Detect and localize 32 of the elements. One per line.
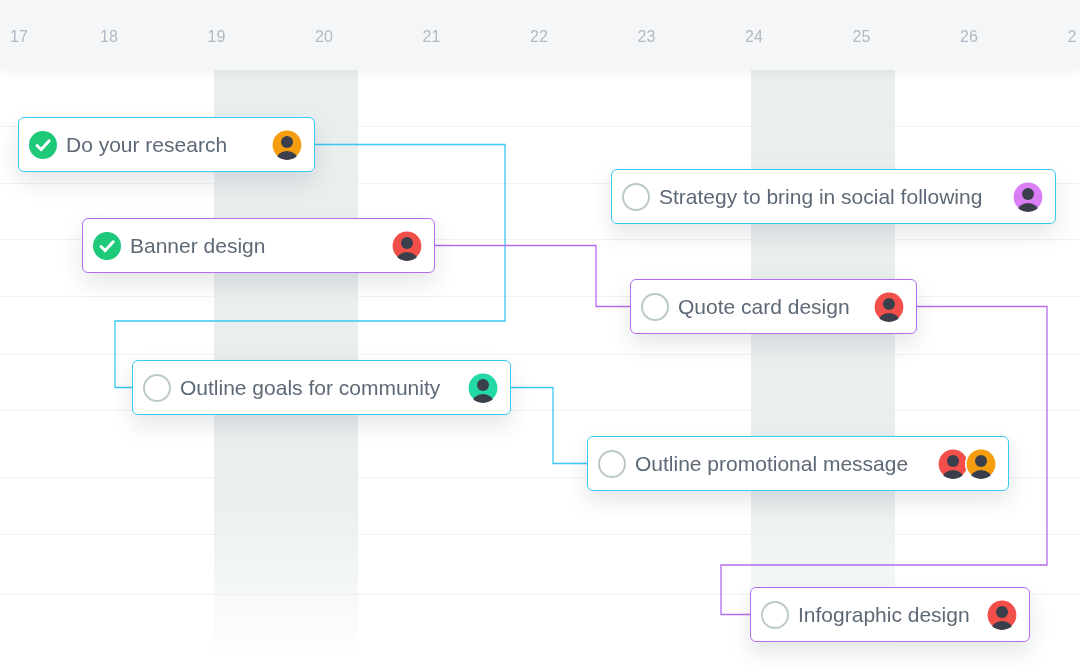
task-checkbox[interactable] — [598, 449, 626, 478]
day-label: 21 — [422, 27, 441, 47]
day-label: 23 — [637, 27, 656, 47]
task-checkbox[interactable] — [641, 292, 669, 321]
task-checkbox[interactable] — [761, 600, 789, 629]
task-card[interactable]: Do your research — [18, 117, 315, 172]
day-label: 17 — [10, 27, 28, 47]
task-card[interactable]: Quote card design — [630, 279, 917, 334]
task-title: Banner design — [130, 232, 266, 259]
day-label: 26 — [960, 27, 978, 47]
task-title: Do your research — [66, 131, 228, 158]
task-title: Outline promotional message — [635, 450, 909, 477]
day-label: 22 — [530, 27, 548, 47]
task-card[interactable]: Infographic design — [750, 587, 1030, 642]
task-title: Outline goals for community — [180, 374, 441, 401]
task-card[interactable]: Strategy to bring in social following — [611, 169, 1056, 224]
task-checkbox[interactable] — [143, 373, 171, 402]
day-label: 19 — [207, 27, 226, 47]
task-checkbox[interactable] — [93, 231, 121, 260]
task-checkbox[interactable] — [622, 182, 650, 211]
day-label: 25 — [852, 27, 871, 47]
day-label: 18 — [100, 27, 118, 47]
task-card[interactable]: Outline goals for community — [132, 360, 511, 415]
task-card[interactable]: Banner design — [82, 218, 435, 273]
day-label: 20 — [315, 27, 333, 47]
task-title: Infographic design — [798, 601, 970, 628]
task-title: Strategy to bring in social following — [659, 183, 983, 210]
task-checkbox[interactable] — [29, 130, 57, 159]
task-card[interactable]: Outline promotional message — [587, 436, 1009, 491]
day-label: 24 — [745, 27, 763, 47]
task-title: Quote card design — [678, 293, 850, 320]
day-label: 2 — [1067, 27, 1077, 47]
